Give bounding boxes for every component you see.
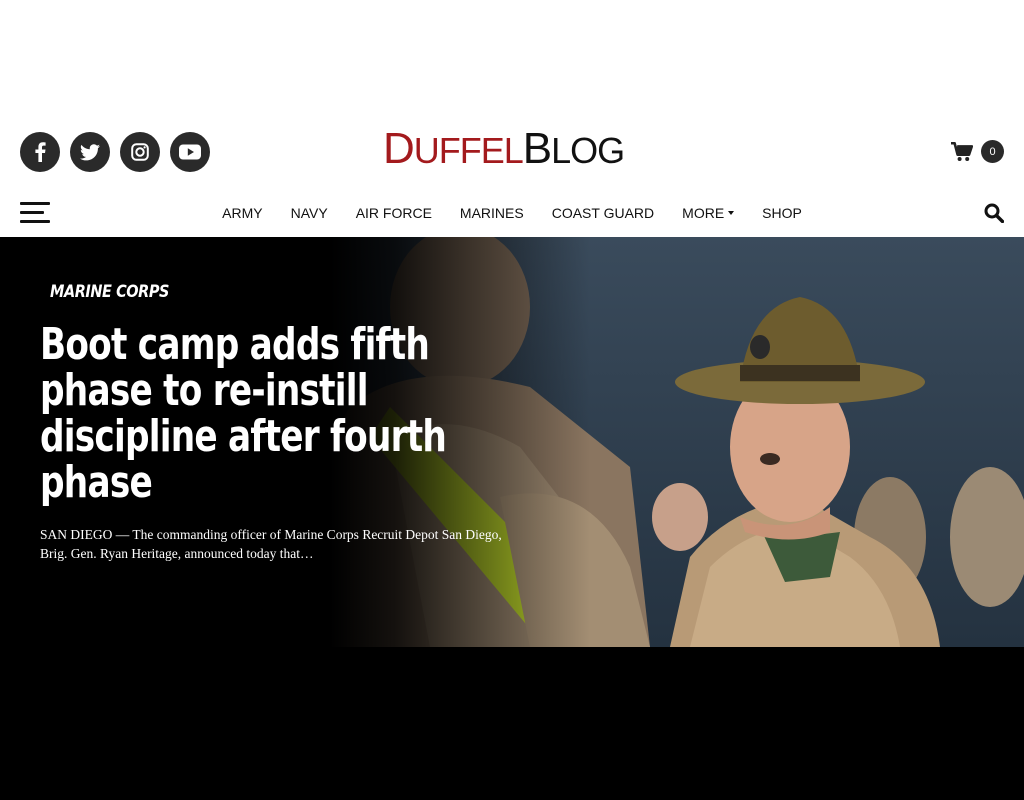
cart-count-badge: 0 (981, 140, 1004, 163)
nav-item-navy[interactable]: NAVY (277, 202, 342, 224)
logo-initial-d: D (383, 124, 415, 173)
nav-item-shop[interactable]: SHOP (748, 202, 816, 224)
nav-menu: ARMY NAVY AIR FORCE MARINES COAST GUARD … (0, 202, 1024, 224)
facebook-icon (35, 142, 46, 162)
site-header: D UFFEL B LOG 0 ARMY NAVY AIR FORCE MARI… (0, 110, 1024, 237)
twitter-icon (80, 143, 100, 160)
nav-item-more[interactable]: MORE (668, 202, 748, 224)
article-headline[interactable]: Boot camp adds fifth phase to re-instill… (40, 322, 477, 506)
youtube-button[interactable] (170, 132, 210, 172)
nav-item-marines[interactable]: MARINES (446, 202, 538, 224)
logo-initial-b: B (522, 124, 552, 173)
nav-item-coast-guard[interactable]: COAST GUARD (538, 202, 668, 224)
caret-down-icon (728, 211, 735, 215)
nav-item-army[interactable]: ARMY (208, 202, 276, 224)
main-navigation: ARMY NAVY AIR FORCE MARINES COAST GUARD … (0, 192, 1024, 237)
instagram-button[interactable] (120, 132, 160, 172)
nav-item-air-force[interactable]: AIR FORCE (342, 202, 446, 224)
social-links (20, 132, 210, 172)
search-icon (984, 203, 1005, 224)
logo-text-uffel: UFFEL (413, 130, 524, 171)
ad-space (0, 0, 1024, 110)
cart-button[interactable]: 0 (951, 140, 1004, 163)
featured-article[interactable]: MARINE CORPS Boot camp adds fifth phase … (0, 237, 1024, 647)
logo-text-log: LOG (551, 130, 625, 171)
instagram-icon (131, 143, 149, 161)
site-logo[interactable]: D UFFEL B LOG (383, 124, 625, 173)
category-label[interactable]: MARINE CORPS (50, 282, 169, 302)
search-button[interactable] (984, 203, 1005, 228)
page-background (0, 647, 1024, 800)
shopping-cart-icon (951, 141, 973, 161)
article-excerpt: SAN DIEGO — The commanding officer of Ma… (40, 527, 502, 561)
twitter-button[interactable] (70, 132, 110, 172)
youtube-icon (179, 144, 201, 160)
facebook-button[interactable] (20, 132, 60, 172)
